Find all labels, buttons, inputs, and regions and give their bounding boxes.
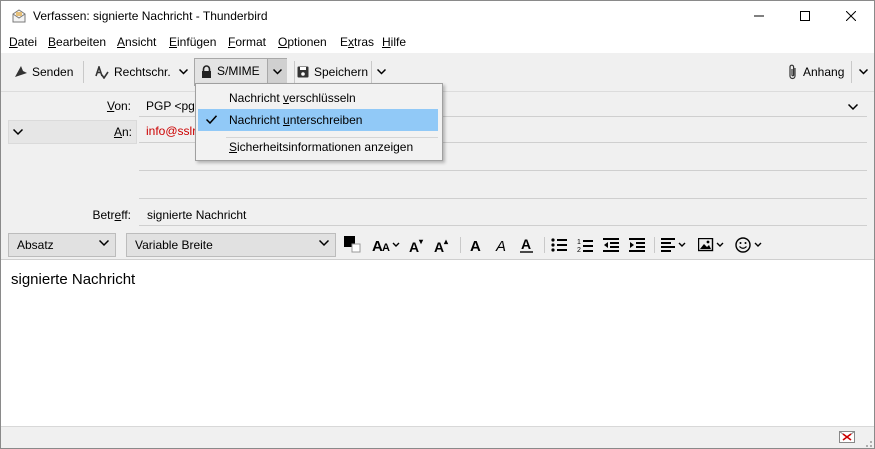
to-label: An:: [113, 125, 132, 139]
text-color-button[interactable]: [342, 234, 362, 256]
format-toolbar: Absatz Variable Breite AA A▾ A▴ A A A: [1, 231, 874, 259]
align-button[interactable]: [661, 234, 689, 256]
font-size-icon: AA: [372, 238, 400, 253]
chevron-down-icon: [847, 103, 859, 111]
svg-text:A: A: [382, 242, 390, 253]
menu-item-encrypt[interactable]: Nachricht verschlüsseln: [198, 87, 438, 109]
align-left-icon: [661, 238, 686, 252]
numbered-list-button[interactable]: 12: [575, 234, 595, 256]
font-select[interactable]: Variable Breite: [126, 233, 336, 257]
indent-icon: [629, 238, 645, 252]
indent-button[interactable]: [627, 234, 647, 256]
font-larger-icon: A ▴: [434, 237, 449, 253]
font-smaller-icon: A ▾: [409, 237, 424, 253]
svg-text:1: 1: [577, 239, 581, 246]
save-dropdown[interactable]: [374, 62, 388, 82]
window-title: Verfassen: signierte Nachricht - Thunder…: [33, 9, 268, 23]
svg-text:2: 2: [577, 247, 581, 253]
subject-label: Betreff:: [92, 208, 132, 222]
emoji-button[interactable]: [735, 234, 765, 256]
save-button[interactable]: Speichern: [297, 62, 368, 82]
insert-button[interactable]: [698, 234, 728, 256]
spelling-button[interactable]: Rechtschr.: [95, 62, 171, 82]
envelope-icon: [11, 8, 27, 27]
subject-input[interactable]: signierte Nachricht: [147, 208, 246, 222]
svg-text:A: A: [495, 238, 506, 253]
svg-text:A: A: [409, 239, 419, 253]
resize-grip-icon[interactable]: [863, 437, 873, 448]
save-icon: [297, 66, 309, 78]
chevron-down-icon: [858, 69, 868, 75]
from-dropdown[interactable]: [847, 100, 859, 114]
from-value[interactable]: PGP <pg: [146, 99, 195, 113]
send-icon: [15, 66, 27, 77]
recipient-row-empty: [139, 198, 867, 199]
svg-text:▾: ▾: [418, 237, 424, 246]
color-picker-icon: [344, 236, 361, 253]
maximize-button[interactable]: [782, 1, 828, 31]
italic-button[interactable]: A: [492, 234, 512, 256]
menu-optionen[interactable]: Optionen: [278, 35, 327, 49]
spelling-dropdown[interactable]: [176, 62, 190, 82]
menu-bar: Datei Bearbeiten Ansicht Einfügen Format…: [1, 31, 874, 53]
smime-dropdown-arrow[interactable]: [267, 59, 287, 85]
bullet-list-icon: [551, 238, 567, 252]
send-button[interactable]: Senden: [15, 62, 73, 82]
menu-bearbeiten[interactable]: Bearbeiten: [48, 35, 106, 49]
smime-menu-popup: Nachricht verschlüsseln Nachricht unters…: [195, 83, 443, 161]
menu-item-security-info[interactable]: Sicherheitsinformationen anzeigen: [198, 136, 438, 158]
bold-icon: A: [470, 238, 481, 253]
menu-format[interactable]: Format: [228, 35, 266, 49]
paperclip-icon: [789, 64, 796, 80]
underline-button[interactable]: A: [517, 234, 537, 256]
recipient-row-empty: [139, 170, 867, 171]
chevron-down-icon: [376, 69, 386, 75]
checkmark-icon: [206, 115, 217, 124]
menu-hilfe[interactable]: Hilfe: [382, 35, 406, 49]
bold-button[interactable]: A: [466, 234, 486, 256]
close-button[interactable]: [828, 1, 874, 31]
lock-icon: [202, 64, 211, 78]
body-text: signierte Nachricht: [11, 271, 136, 288]
recipient-type-row[interactable]: An:: [8, 120, 137, 144]
menu-datei[interactable]: Datei: [9, 35, 37, 49]
security-status-icon[interactable]: [839, 431, 855, 446]
insert-image-icon: [698, 238, 724, 252]
underline-icon: A: [520, 236, 533, 253]
outdent-button[interactable]: [601, 234, 621, 256]
chevron-down-icon: [99, 240, 109, 247]
increase-font-button[interactable]: A ▴: [432, 234, 452, 256]
svg-text:▴: ▴: [443, 237, 449, 246]
italic-icon: A: [495, 238, 506, 253]
menu-item-sign[interactable]: Nachricht unterschreiben: [198, 109, 438, 131]
compose-window: Verfassen: signierte Nachricht - Thunder…: [0, 0, 875, 449]
to-value[interactable]: info@sslr: [146, 124, 196, 138]
minimize-button[interactable]: [736, 1, 782, 31]
smiley-icon: [735, 237, 762, 253]
svg-text:A: A: [521, 236, 531, 252]
font-size-button[interactable]: AA: [371, 234, 403, 256]
svg-text:A: A: [470, 238, 481, 253]
svg-text:A: A: [434, 239, 444, 253]
menu-ansicht[interactable]: Ansicht: [117, 35, 156, 49]
status-bar: [1, 426, 874, 448]
menu-einfuegen[interactable]: Einfügen: [169, 35, 216, 49]
title-bar: Verfassen: signierte Nachricht - Thunder…: [1, 1, 874, 31]
chevron-down-icon: [178, 69, 188, 75]
menu-extras[interactable]: Extras: [340, 35, 374, 49]
from-label: Von:: [106, 99, 131, 113]
chevron-down-icon: [13, 129, 23, 136]
attach-button[interactable]: Anhang: [788, 62, 844, 82]
paragraph-select[interactable]: Absatz: [8, 233, 116, 257]
numbered-list-icon: 12: [577, 239, 593, 253]
smime-button[interactable]: S/MIME: [194, 58, 287, 86]
chevron-down-icon: [319, 240, 329, 247]
decrease-font-button[interactable]: A ▾: [407, 234, 427, 256]
message-body[interactable]: signierte Nachricht: [1, 259, 874, 427]
spellcheck-icon: [95, 65, 109, 79]
bullet-list-button[interactable]: [549, 234, 569, 256]
outdent-icon: [603, 238, 619, 252]
chevron-down-icon: [273, 69, 282, 75]
attach-dropdown[interactable]: [856, 62, 870, 82]
